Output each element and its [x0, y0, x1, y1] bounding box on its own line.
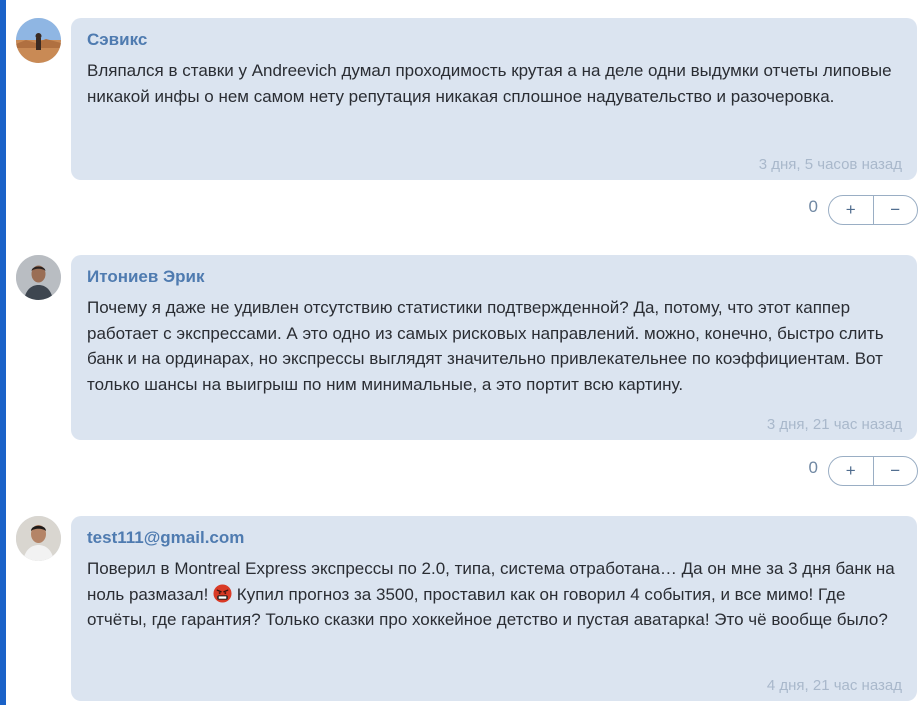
vote-count: 0 [808, 197, 818, 216]
avatar[interactable] [16, 516, 61, 561]
downvote-button[interactable]: − [872, 196, 918, 224]
upvote-button[interactable]: + [829, 196, 873, 224]
vote-count: 0 [808, 458, 818, 477]
comment-text: Поверил в Montreal Express экспрессы по … [87, 556, 902, 633]
comment-author[interactable]: Сэвикс [87, 29, 902, 51]
comment-text: Почему я даже не удивлен отсутствию стат… [87, 298, 884, 394]
avatar[interactable] [16, 255, 61, 300]
comment-bubble: Сэвикс Вляпался в ставки у Andreevich ду… [71, 18, 917, 180]
vote-row: 0 + − [718, 456, 918, 486]
vote-buttons: + − [828, 195, 918, 225]
comment-author[interactable]: test111@gmail.com [87, 527, 902, 549]
vote-buttons: + − [828, 456, 918, 486]
comment-timestamp: 3 дня, 21 час назад [766, 416, 902, 433]
avatar-photo-desert [16, 18, 61, 63]
upvote-button[interactable]: + [829, 457, 873, 485]
comment-bubble: test111@gmail.com Поверил в Montreal Exp… [71, 516, 917, 701]
angry-face-with-symbols-icon [213, 583, 232, 603]
vote-row: 0 + − [718, 195, 918, 225]
avatar-photo-person [16, 255, 61, 300]
downvote-button[interactable]: − [872, 457, 918, 485]
comment-timestamp: 3 дня, 5 часов назад [758, 156, 902, 173]
avatar[interactable] [16, 18, 61, 63]
comment-timestamp: 4 дня, 21 час назад [766, 677, 902, 694]
avatar-photo-person [16, 516, 61, 561]
page-accent-bar [0, 0, 6, 705]
comment-author[interactable]: Итониев Эрик [87, 266, 902, 288]
comment-text: Вляпался в ставки у Andreevich думал про… [87, 61, 892, 106]
comment-bubble: Итониев Эрик Почему я даже не удивлен от… [71, 255, 917, 440]
